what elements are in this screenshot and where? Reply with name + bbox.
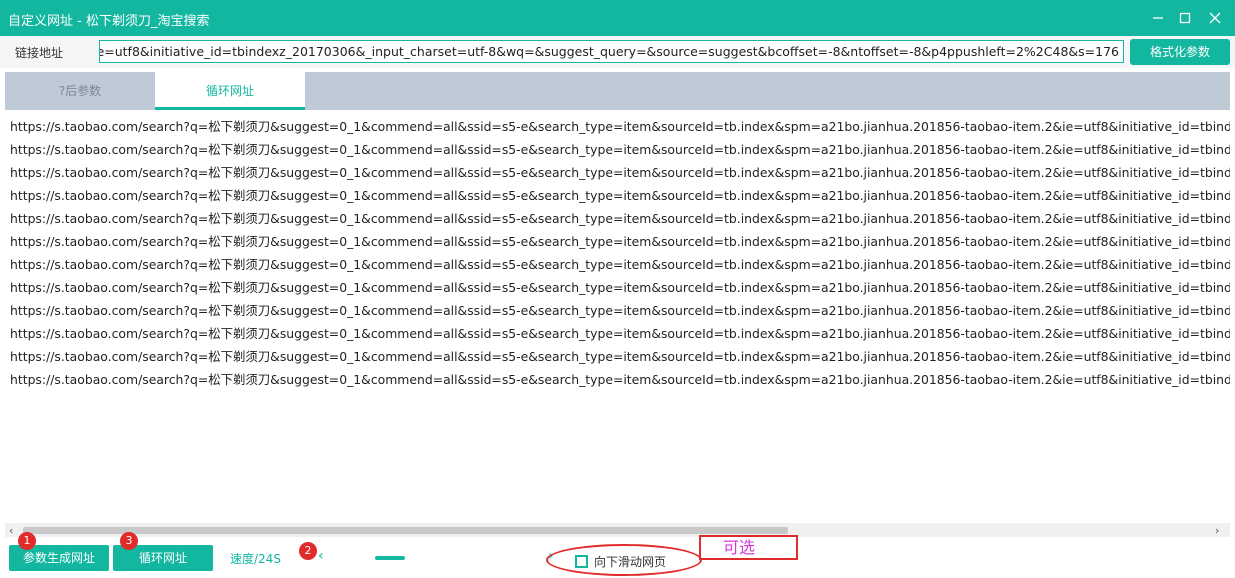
step-badge-2: 2: [299, 542, 317, 560]
annotation-optional-text: 可选: [723, 538, 756, 557]
tab-loop-urls[interactable]: 循环网址: [155, 72, 305, 110]
scroll-page-label: 向下滑动网页: [594, 555, 667, 569]
url-line: https://s.taobao.com/search?q=松下剃须刀&sugg…: [10, 234, 1230, 249]
window-title: 自定义网址 - 松下剃须刀_淘宝搜索: [8, 14, 210, 29]
bottom-bar: 参数生成网址 循环网址 1 3 速度/24S 2 ‹ › 向下滑动网页 可选: [0, 532, 1235, 578]
scroll-right-icon[interactable]: ›: [1215, 524, 1219, 537]
close-icon: [1209, 12, 1221, 24]
horizontal-scrollbar[interactable]: ‹ ›: [5, 523, 1230, 537]
url-line: https://s.taobao.com/search?q=松下剃须刀&sugg…: [10, 119, 1230, 134]
url-input[interactable]: ɔbao-item.2&ie=utf8&initiative_id=tbinde…: [99, 40, 1124, 63]
scroll-page-checkbox[interactable]: [575, 555, 588, 568]
step-badge-3: 3: [120, 532, 138, 550]
minimize-icon: [1153, 17, 1163, 19]
close-button[interactable]: [1203, 6, 1227, 30]
maximize-icon: [1179, 12, 1191, 24]
app-window: 自定义网址 - 松下剃须刀_淘宝搜索 链接地址 ɔbao-item.2&ie=u…: [0, 0, 1235, 578]
scroll-page-option[interactable]: 向下滑动网页: [575, 551, 666, 570]
url-line: https://s.taobao.com/search?q=松下剃须刀&sugg…: [10, 372, 1230, 387]
url-label: 链接地址: [15, 46, 64, 60]
minimize-button[interactable]: [1146, 6, 1170, 30]
speed-slider-handle[interactable]: [375, 556, 405, 560]
tab-bar: ?后参数 循环网址: [5, 72, 1230, 110]
scrollbar-thumb[interactable]: [23, 527, 788, 534]
maximize-button[interactable]: [1173, 6, 1197, 30]
url-row: 链接地址 ɔbao-item.2&ie=utf8&initiative_id=t…: [0, 36, 1235, 68]
title-bar[interactable]: 自定义网址 - 松下剃须刀_淘宝搜索: [0, 0, 1235, 36]
url-line: https://s.taobao.com/search?q=松下剃须刀&sugg…: [10, 326, 1230, 341]
url-input-value: ɔbao-item.2&ie=utf8&initiative_id=tbinde…: [99, 44, 1119, 59]
format-params-button[interactable]: 格式化参数: [1130, 39, 1230, 65]
url-line: https://s.taobao.com/search?q=松下剃须刀&sugg…: [10, 165, 1230, 180]
url-line: https://s.taobao.com/search?q=松下剃须刀&sugg…: [10, 257, 1230, 272]
url-line: https://s.taobao.com/search?q=松下剃须刀&sugg…: [10, 211, 1230, 226]
url-line: https://s.taobao.com/search?q=松下剃须刀&sugg…: [10, 142, 1230, 157]
url-line: https://s.taobao.com/search?q=松下剃须刀&sugg…: [10, 188, 1230, 203]
url-list[interactable]: https://s.taobao.com/search?q=松下剃须刀&sugg…: [5, 112, 1230, 522]
step-badge-1: 1: [18, 532, 36, 550]
url-line: https://s.taobao.com/search?q=松下剃须刀&sugg…: [10, 349, 1230, 364]
url-line: https://s.taobao.com/search?q=松下剃须刀&sugg…: [10, 280, 1230, 295]
url-line: https://s.taobao.com/search?q=松下剃须刀&sugg…: [10, 303, 1230, 318]
scroll-left-icon[interactable]: ‹: [9, 524, 13, 537]
speed-decrease-icon[interactable]: ‹: [318, 548, 324, 564]
annotation-optional-box: 可选: [699, 535, 798, 560]
speed-label: 速度/24S: [230, 552, 281, 566]
tab-query-params[interactable]: ?后参数: [5, 72, 155, 110]
